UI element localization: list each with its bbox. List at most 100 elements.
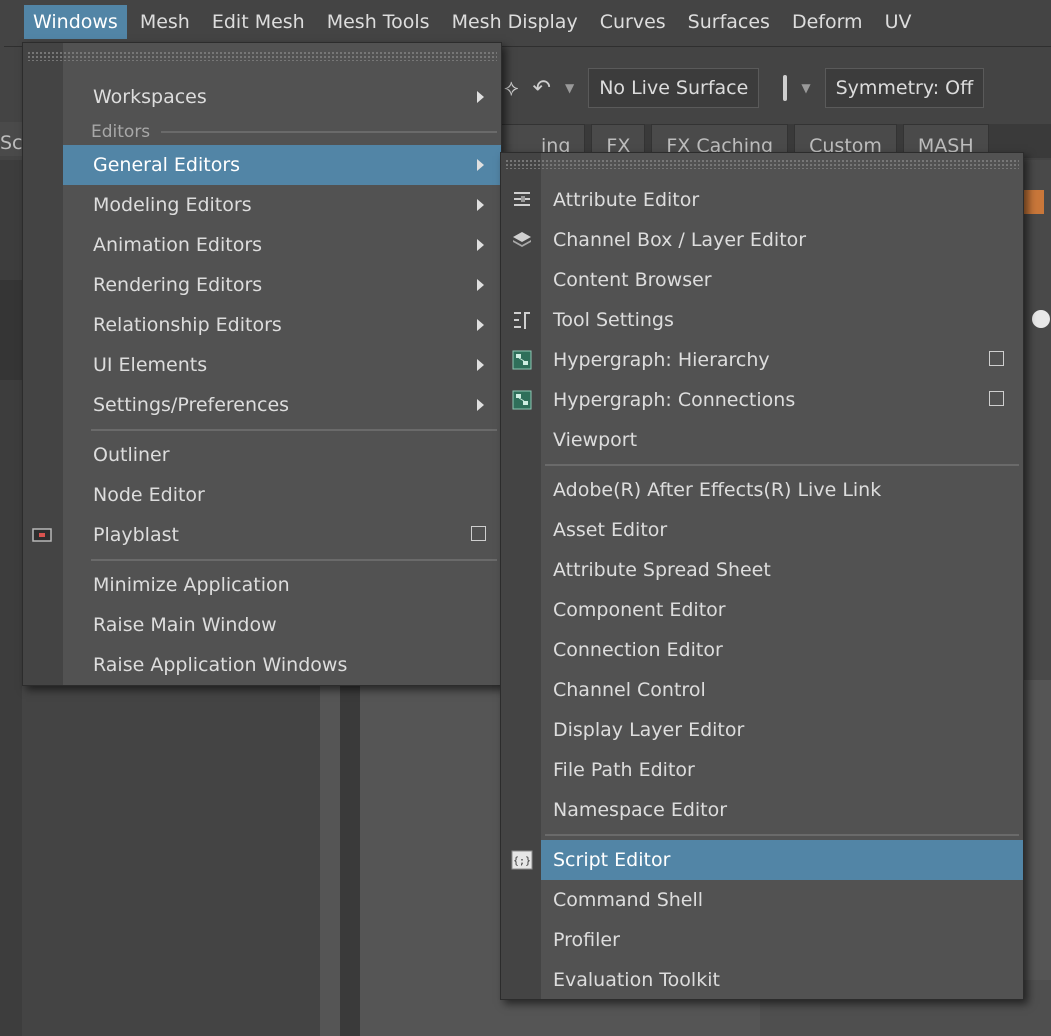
menu-item-label: Settings/Preferences bbox=[93, 394, 290, 416]
submenu-arrow-icon bbox=[477, 239, 484, 251]
left-panel bbox=[0, 160, 22, 1036]
snap-icon[interactable]: ⟡ bbox=[504, 76, 519, 101]
option-box-icon[interactable] bbox=[471, 526, 486, 541]
menu-item-namespace-editor[interactable]: Namespace Editor bbox=[501, 790, 1023, 830]
menu-item-raise-main-window[interactable]: Raise Main Window bbox=[23, 605, 501, 645]
menu-item-label: General Editors bbox=[93, 154, 241, 176]
menu-item-script-editor[interactable]: Script Editor bbox=[541, 840, 1023, 880]
menubar-edit-mesh[interactable]: Edit Mesh bbox=[203, 5, 314, 39]
menu-item-ui-elements[interactable]: UI Elements bbox=[23, 345, 501, 385]
windows-menu: Workspaces Editors General Editors Model… bbox=[22, 42, 502, 686]
menu-item-label: Raise Main Window bbox=[93, 614, 277, 636]
menu-item-after-effects-live-link[interactable]: Adobe(R) After Effects(R) Live Link bbox=[501, 470, 1023, 510]
menu-divider bbox=[545, 834, 1019, 836]
menu-item-hypergraph-connections[interactable]: Hypergraph: Connections bbox=[501, 380, 1023, 420]
menu-item-content-browser[interactable]: Content Browser bbox=[501, 260, 1023, 300]
svg-text:{;}: {;} bbox=[513, 856, 531, 867]
menubar-mesh-tools[interactable]: Mesh Tools bbox=[318, 5, 439, 39]
option-box-icon[interactable] bbox=[989, 351, 1004, 366]
menu-item-evaluation-toolkit[interactable]: Evaluation Toolkit bbox=[501, 960, 1023, 1000]
menu-item-viewport[interactable]: Viewport bbox=[501, 420, 1023, 460]
menu-item-label: Rendering Editors bbox=[93, 274, 263, 296]
option-box-icon[interactable] bbox=[989, 391, 1004, 406]
menu-item-profiler[interactable]: Profiler bbox=[501, 920, 1023, 960]
menu-item-component-editor[interactable]: Component Editor bbox=[501, 590, 1023, 630]
menu-item-label: Adobe(R) After Effects(R) Live Link bbox=[553, 479, 882, 501]
menu-item-attribute-spread-sheet[interactable]: Attribute Spread Sheet bbox=[501, 550, 1023, 590]
menu-item-label: Namespace Editor bbox=[553, 799, 728, 821]
menubar-mesh[interactable]: Mesh bbox=[131, 5, 199, 39]
menu-item-command-shell[interactable]: Command Shell bbox=[501, 880, 1023, 920]
menu-item-animation-editors[interactable]: Animation Editors bbox=[23, 225, 501, 265]
chevron-down-icon[interactable]: ▼ bbox=[565, 81, 574, 95]
cube-icon[interactable] bbox=[1024, 190, 1044, 214]
submenu-arrow-icon bbox=[477, 159, 484, 171]
menu-item-label: Node Editor bbox=[93, 484, 205, 506]
submenu-arrow-icon bbox=[477, 91, 484, 103]
menu-divider bbox=[91, 429, 497, 431]
menu-item-workspaces[interactable]: Workspaces bbox=[23, 77, 501, 117]
menu-item-hypergraph-hierarchy[interactable]: Hypergraph: Hierarchy bbox=[501, 340, 1023, 380]
menu-item-channel-control[interactable]: Channel Control bbox=[501, 670, 1023, 710]
live-surface-field[interactable]: No Live Surface bbox=[588, 68, 760, 108]
left-panel-block bbox=[0, 280, 22, 380]
menu-item-label: Profiler bbox=[553, 929, 620, 951]
menu-item-relationship-editors[interactable]: Relationship Editors bbox=[23, 305, 501, 345]
menu-item-file-path-editor[interactable]: File Path Editor bbox=[501, 750, 1023, 790]
menu-item-label: Evaluation Toolkit bbox=[553, 969, 720, 991]
tear-off-handle[interactable] bbox=[505, 159, 1019, 169]
tool-settings-icon bbox=[514, 312, 530, 329]
menu-item-label: Modeling Editors bbox=[93, 194, 252, 216]
menubar-windows[interactable]: Windows bbox=[24, 5, 127, 39]
menu-item-node-editor[interactable]: Node Editor bbox=[23, 475, 501, 515]
menubar-mesh-display[interactable]: Mesh Display bbox=[443, 5, 587, 39]
menu-item-label: Hypergraph: Hierarchy bbox=[553, 349, 770, 371]
menu-item-tool-settings[interactable]: Tool Settings bbox=[501, 300, 1023, 340]
lasso-icon[interactable]: ↶ bbox=[533, 76, 551, 101]
menu-item-display-layer-editor[interactable]: Display Layer Editor bbox=[501, 710, 1023, 750]
menu-item-attribute-editor[interactable]: Attribute Editor bbox=[501, 180, 1023, 220]
menubar-deform[interactable]: Deform bbox=[783, 5, 872, 39]
section-divider bbox=[161, 131, 497, 133]
attribute-editor-icon bbox=[514, 192, 530, 206]
menu-item-modeling-editors[interactable]: Modeling Editors bbox=[23, 185, 501, 225]
menu-item-connection-editor[interactable]: Connection Editor bbox=[501, 630, 1023, 670]
shelf-tab-partial[interactable]: Sc bbox=[0, 122, 22, 156]
menu-item-settings-preferences[interactable]: Settings/Preferences bbox=[23, 385, 501, 425]
menu-item-label: Tool Settings bbox=[553, 309, 674, 331]
menu-item-raise-application-windows[interactable]: Raise Application Windows bbox=[23, 645, 501, 685]
menu-item-label: Animation Editors bbox=[93, 234, 263, 256]
menu-item-label: Asset Editor bbox=[553, 519, 668, 541]
menubar-surfaces[interactable]: Surfaces bbox=[679, 5, 779, 39]
submenu-arrow-icon bbox=[477, 199, 484, 211]
menu-divider bbox=[545, 464, 1019, 466]
menu-item-playblast[interactable]: Playblast bbox=[23, 515, 501, 555]
viewport-divider bbox=[340, 680, 360, 1036]
menubar-uv[interactable]: UV bbox=[876, 5, 921, 39]
menu-item-general-editors[interactable]: General Editors bbox=[63, 145, 501, 185]
menu-item-channel-box-layer-editor[interactable]: Channel Box / Layer Editor bbox=[501, 220, 1023, 260]
menu-item-label: Attribute Spread Sheet bbox=[553, 559, 771, 581]
submenu-arrow-icon bbox=[477, 399, 484, 411]
tear-off-handle[interactable] bbox=[27, 51, 497, 61]
menu-item-minimize-application[interactable]: Minimize Application bbox=[23, 565, 501, 605]
symmetry-dropdown[interactable]: Symmetry: Off bbox=[824, 68, 985, 108]
menu-item-outliner[interactable]: Outliner bbox=[23, 435, 501, 475]
menu-item-label: Minimize Application bbox=[93, 574, 290, 596]
menu-item-asset-editor[interactable]: Asset Editor bbox=[501, 510, 1023, 550]
menu-item-label: File Path Editor bbox=[553, 759, 695, 781]
menu-item-label: Channel Box / Layer Editor bbox=[553, 229, 807, 251]
menu-item-label: Relationship Editors bbox=[93, 314, 282, 336]
menu-item-rendering-editors[interactable]: Rendering Editors bbox=[23, 265, 501, 305]
hypergraph-icon bbox=[512, 350, 532, 370]
menu-item-label: Command Shell bbox=[553, 889, 704, 911]
submenu-arrow-icon bbox=[477, 319, 484, 331]
menu-item-label: Workspaces bbox=[93, 86, 207, 108]
menu-item-label: UI Elements bbox=[93, 354, 208, 376]
menu-divider bbox=[91, 559, 497, 561]
status-toolbar: ⟡ ↶ ▼ No Live Surface ▼ Symmetry: Off bbox=[490, 62, 1051, 114]
sphere-icon[interactable] bbox=[1032, 310, 1050, 328]
chevron-down-icon[interactable]: ▼ bbox=[801, 81, 810, 95]
menu-item-label: Component Editor bbox=[553, 599, 726, 621]
menubar-curves[interactable]: Curves bbox=[591, 5, 675, 39]
